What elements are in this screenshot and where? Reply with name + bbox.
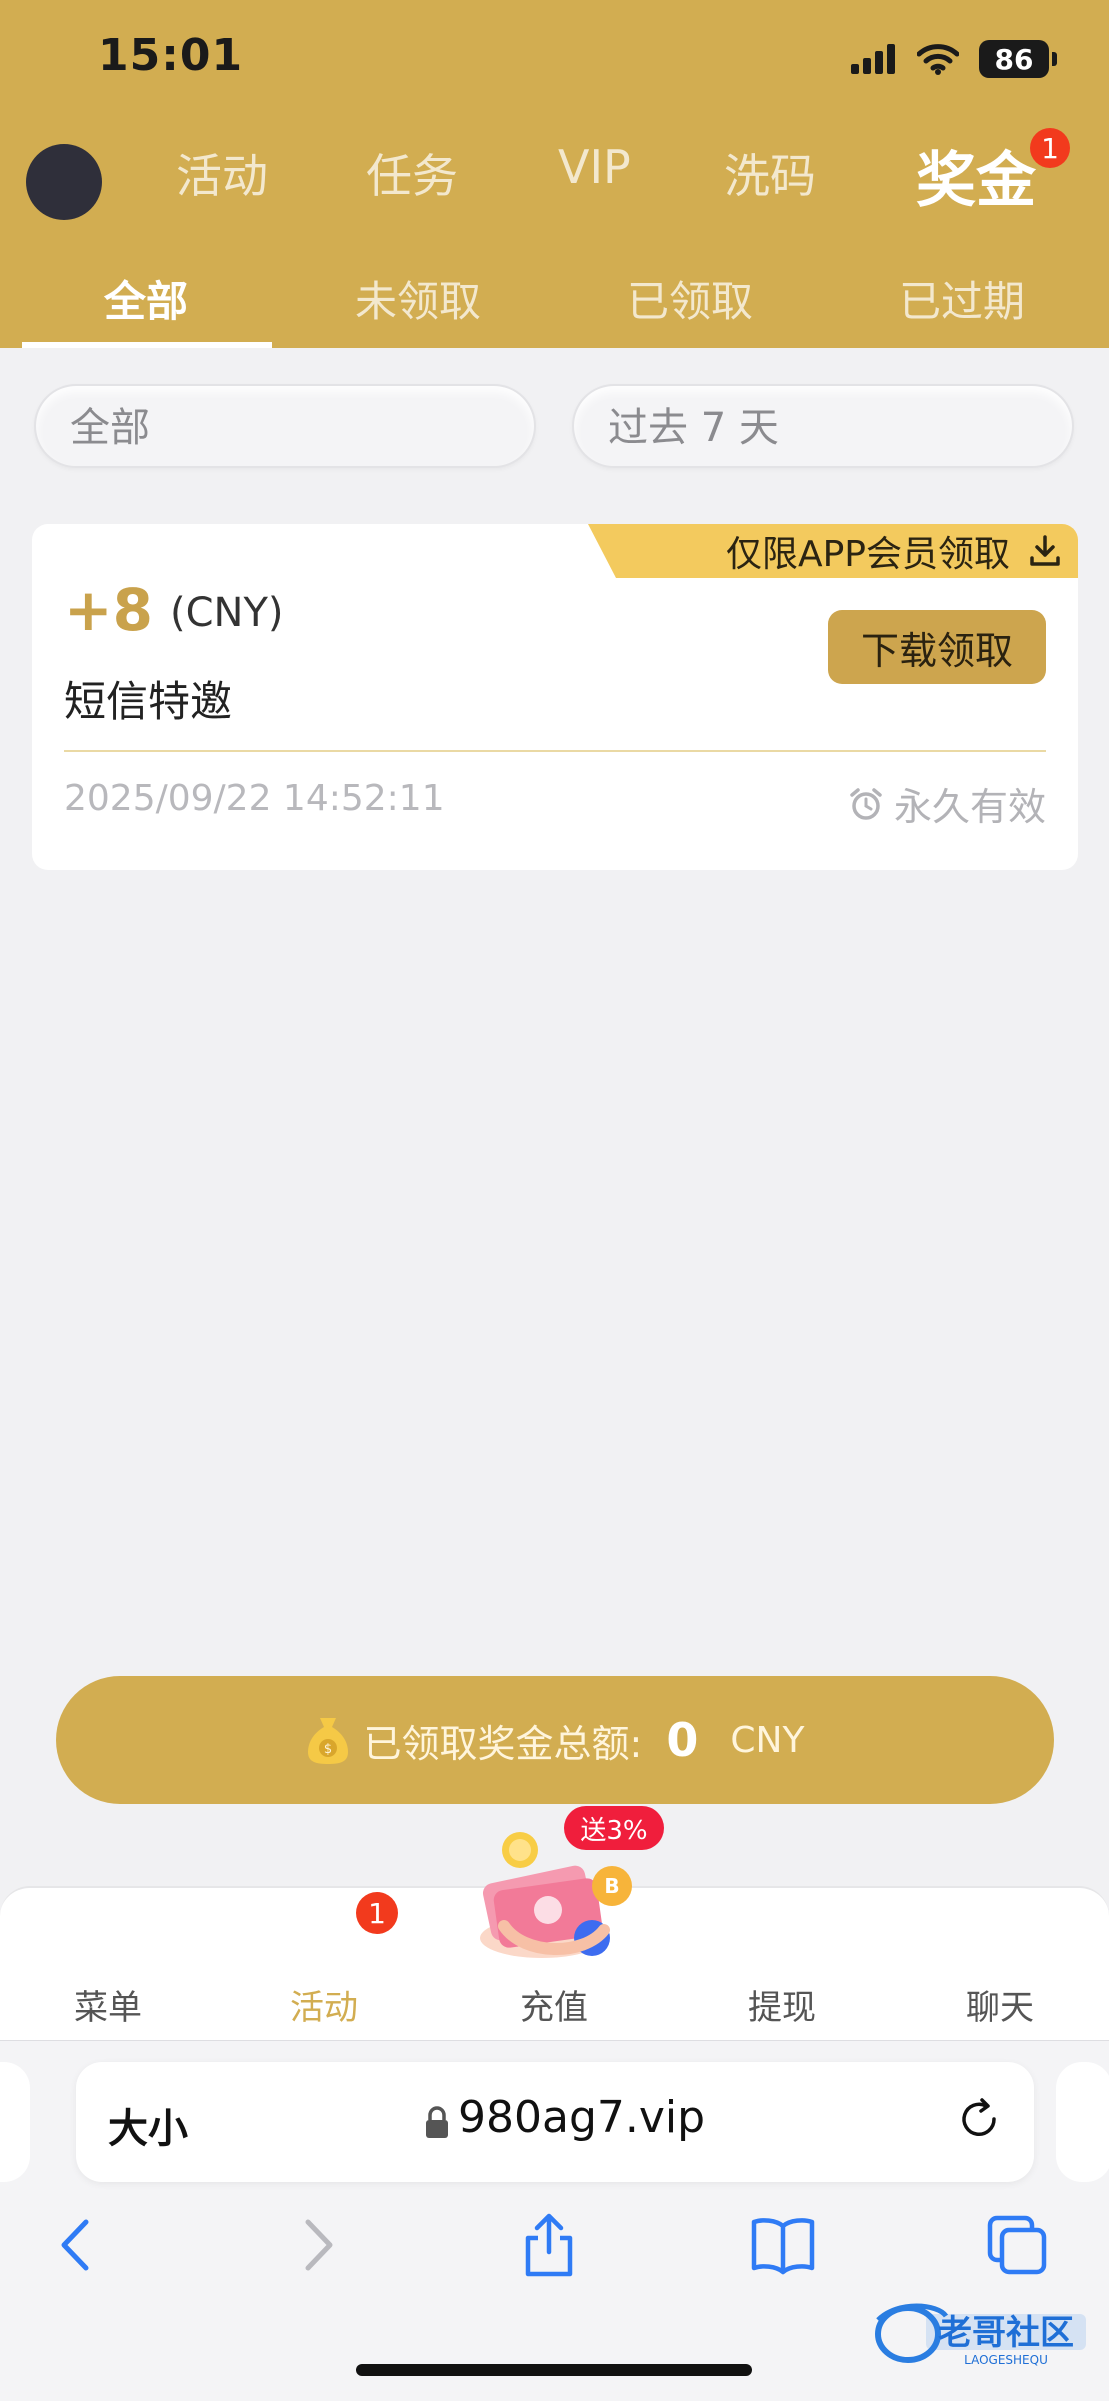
nav-chat[interactable]: 聊天 <box>890 1980 1109 2029</box>
lock-icon <box>426 2106 448 2138</box>
prev-tab-peek[interactable] <box>0 2062 30 2182</box>
deposit-promo-badge: 送3% <box>564 1806 664 1850</box>
bonus-currency: (CNY) <box>170 590 284 636</box>
money-bag-icon: $ <box>307 1718 348 1764</box>
watermark-subtext: LAOGESHEQU <box>964 2353 1048 2367</box>
bonus-amount: +8 <box>64 576 153 644</box>
tab-tasks[interactable]: 任务 <box>366 140 458 206</box>
download-claim-button[interactable]: 下载领取 <box>828 610 1046 684</box>
subtab-claimed[interactable]: 已领取 <box>554 268 826 329</box>
nav-menu[interactable]: 菜单 <box>0 1980 218 2029</box>
nav-deposit[interactable]: 充值 <box>444 1980 664 2029</box>
bonus-name: 短信特邀 <box>64 677 233 726</box>
home-indicator <box>356 2364 752 2376</box>
bonus-date: 2025/09/22 14:52:11 <box>64 778 445 819</box>
active-tab-underline <box>22 342 272 348</box>
tab-activity[interactable]: 活动 <box>176 140 268 206</box>
app-only-ribbon: 仅限APP会员领取 <box>588 524 1078 578</box>
watermark-text: 老哥社区 <box>938 2313 1074 2353</box>
tab-vip[interactable]: VIP <box>558 140 631 194</box>
bonus-card: 仅限APP会员领取 +8 (CNY) 短信特邀 下载领取 2025/09/22 … <box>32 524 1078 870</box>
tab-rebate[interactable]: 洗码 <box>724 140 816 206</box>
nav-activity[interactable]: 活动 <box>214 1980 434 2029</box>
tab-bonus[interactable]: 奖金 <box>916 132 1036 219</box>
battery-icon: 86 <box>979 40 1057 78</box>
svg-text:B: B <box>604 1874 619 1898</box>
top-nav: 活动 任务 VIP 洗码 奖金 <box>140 140 1080 230</box>
validity: 永久有效 <box>848 776 1046 831</box>
card-divider <box>64 750 1046 752</box>
download-icon <box>1030 535 1060 566</box>
activity-nav-badge: 1 <box>356 1892 398 1934</box>
nav-withdraw[interactable]: 提现 <box>672 1980 892 2029</box>
subtab-all[interactable]: 全部 <box>10 268 282 329</box>
wifi-icon <box>917 44 959 75</box>
back-icon[interactable] <box>42 2210 112 2280</box>
total-label: 已领取奖金总额: <box>363 1721 643 1766</box>
bookmarks-icon[interactable] <box>748 2210 818 2280</box>
total-currency: CNY <box>730 1719 805 1761</box>
validity-text: 永久有效 <box>893 785 1046 829</box>
type-filter[interactable]: 全部 <box>34 384 536 468</box>
status-time: 15:01 <box>98 30 244 81</box>
status-icons: 86 <box>851 36 1057 82</box>
address-bar[interactable]: 大小 980ag7.vip <box>76 2062 1034 2182</box>
total-claimed-bar: $ 已领取奖金总额: 0 CNY <box>56 1676 1054 1804</box>
svg-text:$: $ <box>323 1742 331 1757</box>
total-value: 0 <box>666 1713 699 1767</box>
ribbon-text: 仅限APP会员领取 <box>725 534 1010 575</box>
bonus-tab-badge: 1 <box>1030 128 1070 168</box>
sub-tabs: 全部 未领取 已领取 已过期 <box>0 268 1109 348</box>
alarm-clock-icon <box>850 787 882 820</box>
next-tab-peek[interactable] <box>1056 2062 1109 2182</box>
reload-icon[interactable] <box>956 2096 1002 2142</box>
signal-icon <box>851 44 895 74</box>
text-size-button[interactable]: 大小 <box>108 2096 188 2154</box>
subtab-expired[interactable]: 已过期 <box>826 268 1098 329</box>
forward-icon[interactable] <box>282 2210 352 2280</box>
period-filter[interactable]: 过去 7 天 <box>572 384 1074 468</box>
subtab-unclaimed[interactable]: 未领取 <box>282 268 554 329</box>
url-text[interactable]: 980ag7.vip <box>458 2092 705 2143</box>
community-watermark-logo: 老哥社区 LAOGESHEQU <box>875 2303 1086 2367</box>
share-icon[interactable] <box>514 2210 584 2280</box>
tabs-icon[interactable] <box>982 2210 1052 2280</box>
avatar[interactable] <box>26 144 102 220</box>
